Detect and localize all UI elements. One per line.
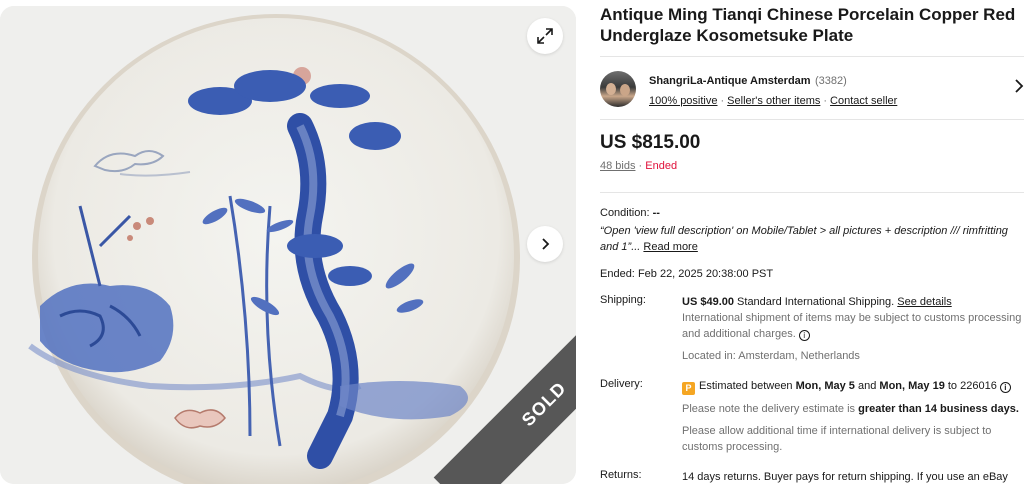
info-icon[interactable]: i (999, 382, 1011, 393)
bid-count-link[interactable]: 48 bids (600, 160, 635, 172)
listing-title: Antique Ming Tianqi Chinese Porcelain Co… (600, 5, 1016, 45)
delivery-label: Delivery: (600, 378, 643, 390)
returns-row: Returns: 14 days returns. Buyer pays for… (600, 469, 1024, 485)
listing-status: Ended (645, 160, 678, 172)
info-icon[interactable]: i (798, 330, 810, 341)
delivery-prefix: Estimated between (699, 380, 793, 392)
shipping-label: Shipping: (600, 294, 646, 306)
delivery-postcode: 226016 (960, 380, 997, 392)
delivery-and: and (857, 380, 877, 392)
chevron-right-icon[interactable] (1014, 79, 1024, 93)
seller-positive-link[interactable]: 100% positive (649, 95, 718, 107)
seller-card[interactable]: ShangriLa-Antique Amsterdam (3382) 100% … (600, 59, 1024, 119)
divider (600, 119, 1024, 120)
separator-dot: · (638, 160, 643, 172)
next-image-button[interactable] (527, 226, 563, 262)
seller-name[interactable]: ShangriLa-Antique Amsterdam (649, 75, 811, 87)
delivery-date-to: Mon, May 19 (879, 380, 945, 392)
ended-date: Feb 22, 2025 20:38:00 PST (637, 268, 774, 280)
expand-icon (537, 28, 553, 44)
divider (600, 56, 1024, 57)
condition-value: -- (652, 207, 660, 219)
chevron-right-icon (542, 238, 550, 250)
shipping-customs-note: International shipment of items may be s… (682, 312, 1022, 340)
delivery-customs-note: Please allow additional time if internat… (682, 425, 992, 453)
seller-other-items-link[interactable]: Seller's other items (727, 95, 820, 107)
divider (600, 192, 1024, 193)
separator-dot: · (823, 95, 828, 107)
seller-avatar[interactable] (600, 71, 636, 107)
delivery-date-from: Mon, May 5 (795, 380, 855, 392)
plate-photo (0, 6, 576, 484)
separator-dot: · (720, 95, 725, 107)
returns-text: 14 days returns. Buyer pays for return s… (682, 471, 1008, 483)
shipping-method: Standard International Shipping. (737, 296, 895, 308)
shipping-row: Shipping: US $49.00 Standard Internation… (600, 294, 1024, 364)
delivery-badge-icon: P (682, 382, 695, 395)
shipping-cost: US $49.00 (682, 296, 734, 308)
contact-seller-link[interactable]: Contact seller (830, 95, 897, 107)
read-more-link[interactable]: Read more (643, 241, 697, 253)
returns-label: Returns: (600, 469, 642, 481)
image-gallery[interactable]: SOLD (0, 6, 576, 484)
delivery-estimate-bold: greater than 14 business days. (858, 403, 1019, 415)
listing-info-panel: Antique Ming Tianqi Chinese Porcelain Co… (600, 0, 1024, 492)
expand-image-button[interactable] (527, 18, 563, 54)
delivery-row: Delivery: P Estimated between Mon, May 5 … (600, 378, 1024, 455)
ended-label: Ended: (600, 268, 635, 280)
delivery-estimate-note: Please note the delivery estimate is (682, 403, 856, 415)
seller-feedback-count: (3382) (815, 75, 847, 87)
listing-price: US $815.00 (600, 132, 701, 153)
item-location: Located in: Amsterdam, Netherlands (682, 350, 860, 362)
shipping-details-link[interactable]: See details (897, 296, 951, 308)
condition-label: Condition: (600, 207, 650, 219)
delivery-to-word: to (947, 380, 958, 392)
